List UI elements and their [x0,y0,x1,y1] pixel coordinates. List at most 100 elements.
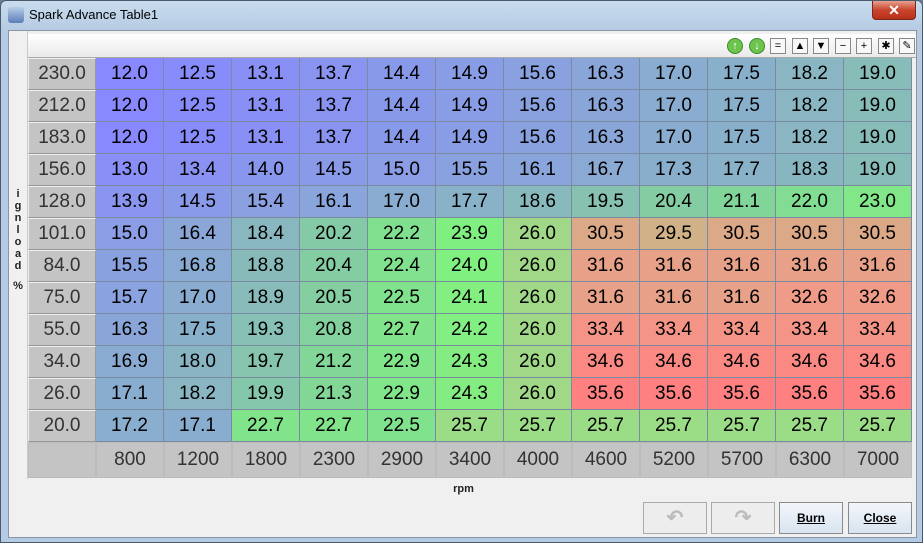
close-button[interactable]: Close [848,502,912,534]
x-axis-value[interactable]: 4600 [572,442,640,478]
table-cell[interactable]: 18.4 [232,218,300,250]
table-cell[interactable]: 14.9 [436,58,504,90]
window-close-button[interactable]: ✕ [872,1,916,20]
table-cell[interactable]: 13.9 [96,186,164,218]
table-cell[interactable]: 33.4 [572,314,640,346]
table-cell[interactable]: 18.0 [164,346,232,378]
table-cell[interactable]: 22.2 [368,218,436,250]
y-axis-value[interactable]: 156.0 [28,154,96,186]
table-cell[interactable]: 30.5 [572,218,640,250]
table-cell[interactable]: 26.0 [504,378,572,410]
table-cell[interactable]: 15.7 [96,282,164,314]
table-cell[interactable]: 35.6 [776,378,844,410]
multiply-icon[interactable]: ✱ [878,38,894,54]
table-cell[interactable]: 31.6 [640,282,708,314]
table-cell[interactable]: 14.5 [300,154,368,186]
table-cell[interactable]: 33.4 [708,314,776,346]
table-cell[interactable]: 12.5 [164,58,232,90]
table-cell[interactable]: 12.5 [164,122,232,154]
table-cell[interactable]: 19.0 [844,154,912,186]
table-cell[interactable]: 22.7 [232,410,300,442]
x-axis-value[interactable]: 3400 [436,442,504,478]
table-cell[interactable]: 24.3 [436,346,504,378]
table-cell[interactable]: 33.4 [776,314,844,346]
decrease-icon[interactable]: ▼ [813,38,829,54]
table-cell[interactable]: 12.5 [164,90,232,122]
table-cell[interactable]: 25.7 [708,410,776,442]
table-cell[interactable]: 25.7 [844,410,912,442]
table-cell[interactable]: 16.8 [164,250,232,282]
table-cell[interactable]: 13.1 [232,122,300,154]
table-cell[interactable]: 20.8 [300,314,368,346]
burn-button[interactable]: Burn [779,502,843,534]
table-cell[interactable]: 18.8 [232,250,300,282]
table-cell[interactable]: 14.4 [368,122,436,154]
table-cell[interactable]: 34.6 [844,346,912,378]
table-cell[interactable]: 31.6 [572,282,640,314]
table-cell[interactable]: 16.9 [96,346,164,378]
table-cell[interactable]: 17.1 [96,378,164,410]
table-cell[interactable]: 13.0 [96,154,164,186]
table-cell[interactable]: 31.6 [708,250,776,282]
table-cell[interactable]: 30.5 [708,218,776,250]
table-cell[interactable]: 34.6 [708,346,776,378]
table-cell[interactable]: 16.7 [572,154,640,186]
table-cell[interactable]: 31.6 [708,282,776,314]
y-axis-value[interactable]: 101.0 [28,218,96,250]
table-cell[interactable]: 15.6 [504,122,572,154]
table-cell[interactable]: 25.7 [572,410,640,442]
table-cell[interactable]: 17.0 [640,122,708,154]
y-axis-value[interactable]: 34.0 [28,346,96,378]
x-axis-value[interactable]: 5200 [640,442,708,478]
table-cell[interactable]: 15.4 [232,186,300,218]
go-up-icon[interactable]: ↑ [727,38,743,54]
table-cell[interactable]: 13.7 [300,58,368,90]
table-cell[interactable]: 17.7 [708,154,776,186]
table-cell[interactable]: 17.0 [640,90,708,122]
y-axis-value[interactable]: 230.0 [28,58,96,90]
x-axis-value[interactable]: 2300 [300,442,368,478]
table-cell[interactable]: 17.5 [708,122,776,154]
table-cell[interactable]: 31.6 [844,250,912,282]
plus-icon[interactable]: + [856,38,872,54]
table-cell[interactable]: 17.1 [164,410,232,442]
table-cell[interactable]: 19.7 [232,346,300,378]
table-cell[interactable]: 32.6 [776,282,844,314]
table-cell[interactable]: 16.1 [504,154,572,186]
table-cell[interactable]: 19.5 [572,186,640,218]
x-axis-value[interactable]: 2900 [368,442,436,478]
table-cell[interactable]: 35.6 [844,378,912,410]
table-cell[interactable]: 24.3 [436,378,504,410]
table-cell[interactable]: 16.3 [572,58,640,90]
table-cell[interactable]: 24.1 [436,282,504,314]
y-axis-value[interactable]: 55.0 [28,314,96,346]
table-cell[interactable]: 18.2 [776,122,844,154]
table-cell[interactable]: 26.0 [504,282,572,314]
table-cell[interactable]: 21.1 [708,186,776,218]
table-cell[interactable]: 26.0 [504,218,572,250]
table-cell[interactable]: 31.6 [776,250,844,282]
table-cell[interactable]: 22.7 [300,410,368,442]
x-axis-value[interactable]: 1800 [232,442,300,478]
table-cell[interactable]: 35.6 [708,378,776,410]
minus-icon[interactable]: − [835,38,851,54]
table-cell[interactable]: 17.5 [164,314,232,346]
table-cell[interactable]: 31.6 [640,250,708,282]
table-cell[interactable]: 12.0 [96,122,164,154]
table-cell[interactable]: 15.0 [368,154,436,186]
table-cell[interactable]: 20.5 [300,282,368,314]
table-cell[interactable]: 13.1 [232,90,300,122]
table-cell[interactable]: 25.7 [640,410,708,442]
table-cell[interactable]: 19.0 [844,90,912,122]
table-cell[interactable]: 17.5 [708,58,776,90]
go-down-icon[interactable]: ↓ [749,38,765,54]
table-cell[interactable]: 30.5 [776,218,844,250]
table-cell[interactable]: 18.9 [232,282,300,314]
table-cell[interactable]: 35.6 [572,378,640,410]
table-cell[interactable]: 12.0 [96,58,164,90]
table-cell[interactable]: 14.9 [436,90,504,122]
table-cell[interactable]: 19.9 [232,378,300,410]
x-axis-value[interactable]: 5700 [708,442,776,478]
redo-button[interactable]: ↷ [711,502,775,534]
table-cell[interactable]: 15.5 [96,250,164,282]
